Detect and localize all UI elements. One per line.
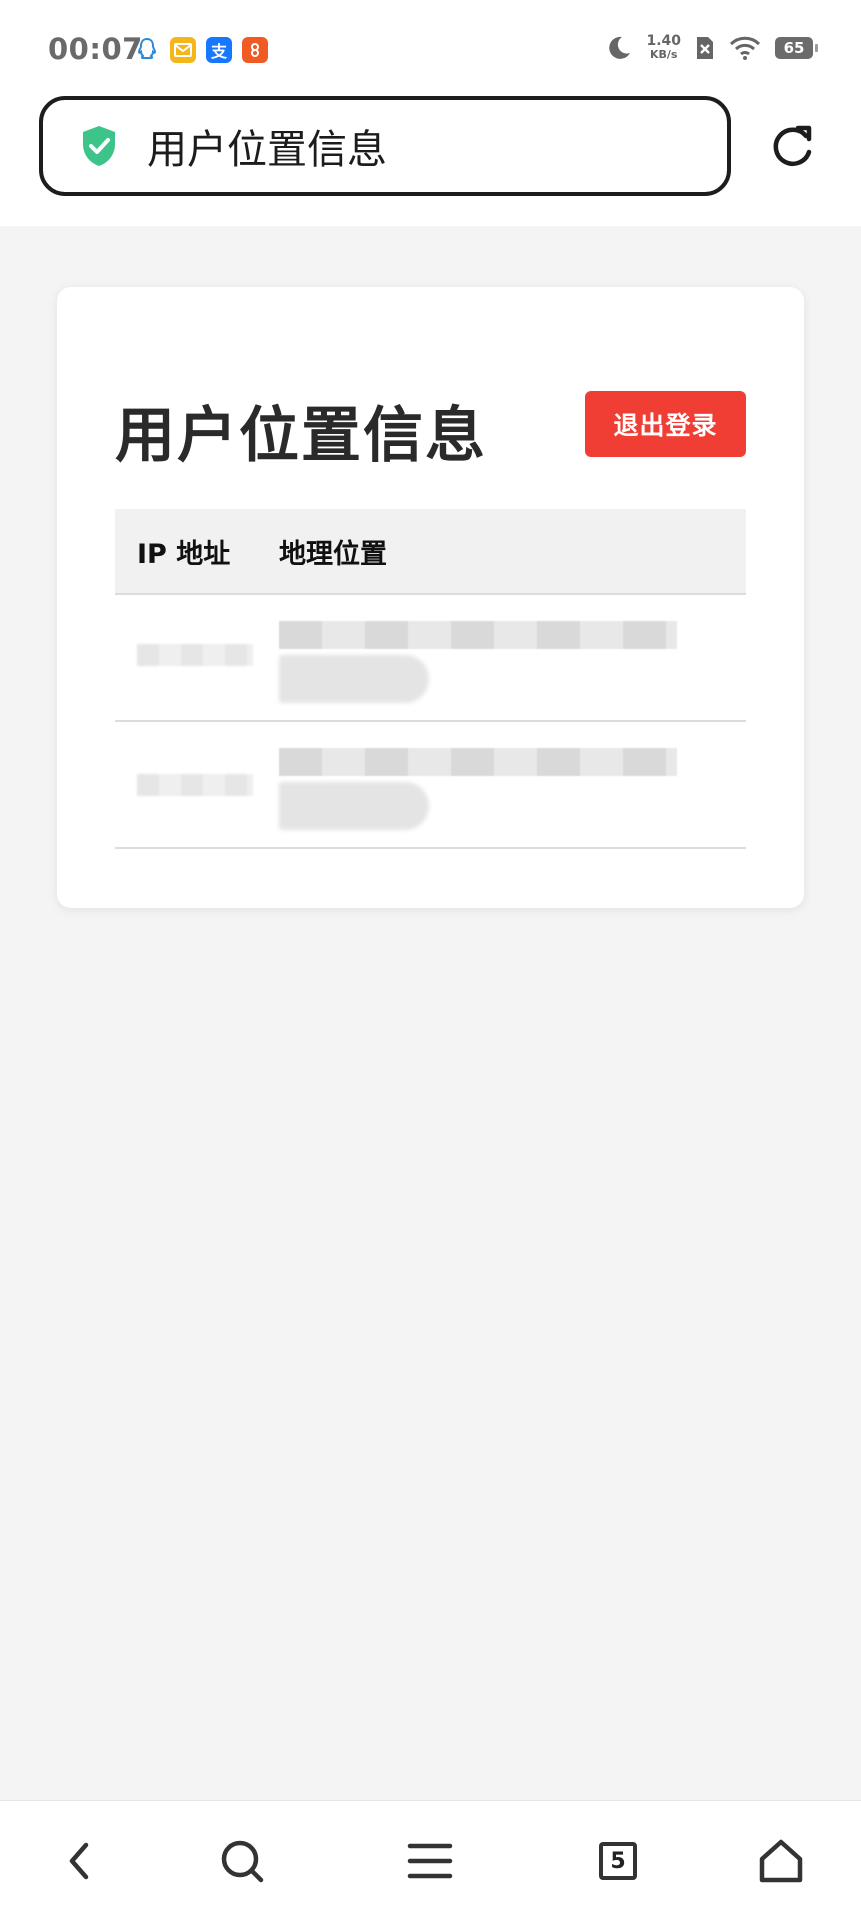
redacted-location xyxy=(279,748,677,776)
bottom-nav: 5 xyxy=(0,1800,861,1921)
redacted-location-line2 xyxy=(279,655,429,703)
table-row xyxy=(115,721,746,849)
do-not-disturb-icon xyxy=(609,36,631,59)
qq-icon xyxy=(134,37,160,63)
net-speed-value: 1.40 xyxy=(646,33,681,49)
status-time: 00:07 xyxy=(48,32,143,66)
table-header-row: IP 地址 地理位置 xyxy=(115,509,746,595)
net-speed: 1.40 KB/s xyxy=(646,33,681,61)
alipay-icon: 支 xyxy=(206,37,232,63)
back-icon xyxy=(69,1842,89,1880)
battery-level: 65 xyxy=(783,39,805,57)
notification-icons: 支 xyxy=(134,37,268,63)
menu-button[interactable] xyxy=(402,1833,458,1889)
taobao-icon xyxy=(242,37,268,63)
location-cell-redacted xyxy=(279,594,746,722)
status-bar: 00:07 支 1.40 KB/s 65 xyxy=(0,0,861,100)
redacted-ip xyxy=(137,774,253,796)
home-button[interactable] xyxy=(753,1833,809,1889)
mail-icon xyxy=(170,37,196,63)
home-icon xyxy=(759,1839,803,1883)
menu-icon xyxy=(407,1843,453,1879)
header-location: 地理位置 xyxy=(279,509,746,595)
table-row xyxy=(115,594,746,722)
back-button[interactable] xyxy=(52,1833,108,1889)
secure-shield-icon xyxy=(83,126,115,166)
tabs-count: 5 xyxy=(610,1848,626,1874)
redacted-ip xyxy=(137,644,253,666)
no-sim-icon xyxy=(697,37,713,59)
wifi-icon xyxy=(729,36,761,60)
address-title: 用户位置信息 xyxy=(147,127,387,173)
location-table: IP 地址 地理位置 xyxy=(115,509,746,849)
logout-button[interactable]: 退出登录 xyxy=(585,391,746,457)
user-location-card: 用户位置信息 退出登录 IP 地址 地理位置 xyxy=(57,287,804,908)
net-speed-unit: KB/s xyxy=(649,48,678,61)
tabs-button[interactable]: 5 xyxy=(590,1833,646,1889)
refresh-icon[interactable] xyxy=(768,122,818,172)
redacted-location xyxy=(279,621,677,649)
battery-icon: 65 xyxy=(775,37,818,59)
address-bar[interactable]: 用户位置信息 xyxy=(39,96,731,196)
ip-cell-redacted xyxy=(115,721,279,849)
page-title: 用户位置信息 xyxy=(115,401,487,471)
top-area: 00:07 支 1.40 KB/s 65 用户位置信息 xyxy=(0,0,861,226)
location-cell-redacted xyxy=(279,721,746,849)
search-icon xyxy=(221,1840,264,1883)
search-button[interactable] xyxy=(214,1833,270,1889)
header-ip: IP 地址 xyxy=(115,509,279,595)
tabs-icon: 5 xyxy=(599,1842,637,1880)
ip-cell-redacted xyxy=(115,594,279,722)
system-icons: 1.40 KB/s 65 xyxy=(604,33,818,62)
redacted-location-line2 xyxy=(279,782,429,830)
